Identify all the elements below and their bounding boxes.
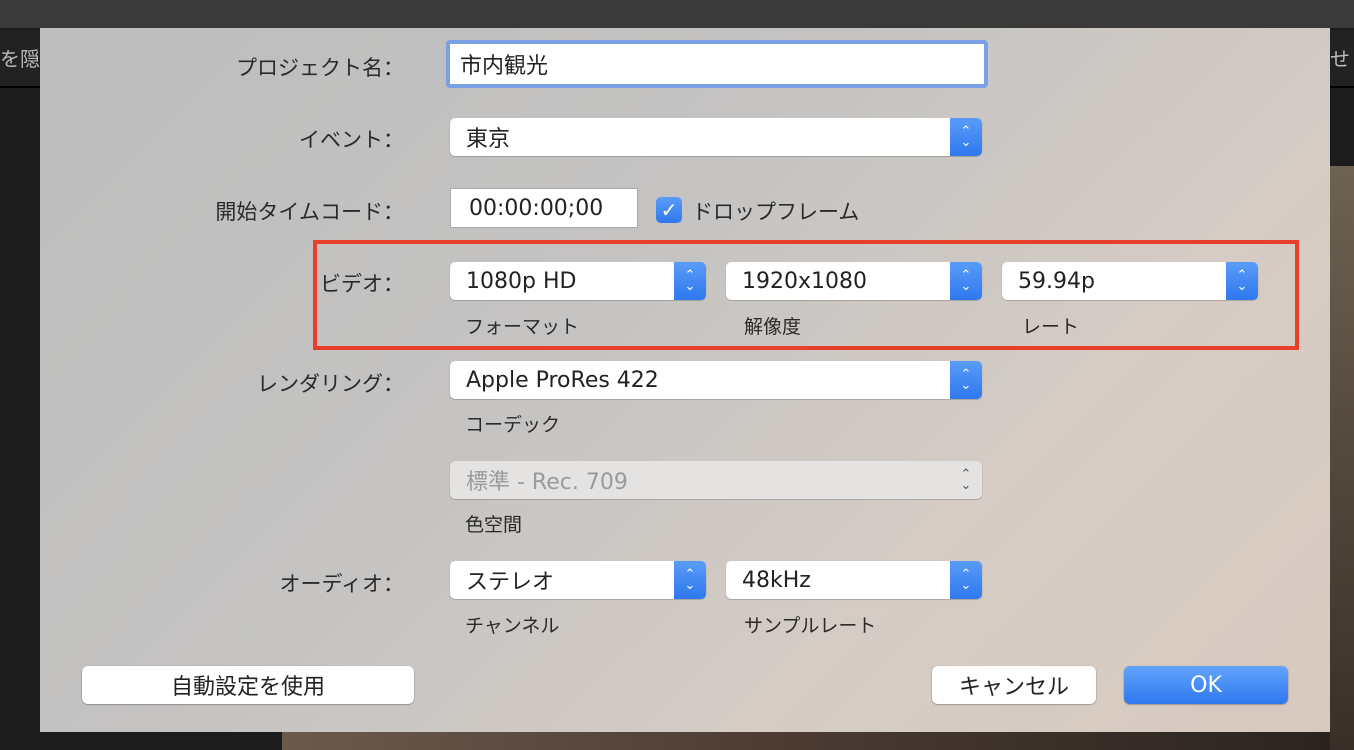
updown-chevron-icon: ⌃ ⌄ bbox=[674, 561, 706, 599]
event-value: 東京 bbox=[466, 127, 511, 152]
background-toolbar-left: を隠す bbox=[0, 30, 40, 88]
color-space-popup: 標準 - Rec. 709 ⌃ ⌄ bbox=[450, 461, 982, 499]
audio-label: オーディオ： bbox=[279, 572, 404, 596]
project-name-label: プロジェクト名： bbox=[236, 56, 404, 80]
timecode-label: 開始タイムコード： bbox=[215, 200, 404, 224]
rate-value: 59.94p bbox=[1018, 268, 1095, 294]
audio-channels-popup[interactable]: ステレオ ⌃ ⌄ bbox=[450, 561, 706, 599]
sample-rate-caption: サンプルレート bbox=[744, 615, 877, 637]
updown-chevron-icon: ⌃ ⌄ bbox=[950, 361, 982, 399]
updown-chevron-icon: ⌃ ⌄ bbox=[674, 262, 706, 300]
rendering-label: レンダリング： bbox=[257, 372, 404, 396]
codec-popup[interactable]: Apple ProRes 422 ⌃ ⌄ bbox=[450, 361, 982, 399]
checkmark-icon: ✓ bbox=[660, 198, 678, 222]
background-toolbar-right: せ bbox=[1330, 30, 1354, 88]
timecode-input[interactable]: 00:00:00;00 bbox=[450, 188, 638, 228]
video-format-popup[interactable]: 1080p HD ⌃ ⌄ bbox=[450, 262, 706, 300]
format-caption: フォーマット bbox=[465, 316, 580, 338]
updown-chevron-icon: ⌃ ⌄ bbox=[950, 561, 982, 599]
event-popup[interactable]: 東京 ⌃ ⌄ bbox=[450, 118, 982, 156]
video-label: ビデオ： bbox=[320, 272, 404, 296]
background-viewer bbox=[282, 732, 1330, 750]
sample-rate-value: 48kHz bbox=[742, 567, 811, 593]
background-text: せ bbox=[1330, 47, 1350, 71]
video-resolution-popup[interactable]: 1920x1080 ⌃ ⌄ bbox=[726, 262, 982, 300]
channels-value: ステレオ bbox=[466, 570, 555, 595]
project-name-input[interactable]: 市内観光 bbox=[446, 40, 988, 88]
project-settings-dialog: プロジェクト名： 市内観光 イベント： 東京 ⌃ ⌄ 開始タイムコード： 00:00… bbox=[40, 28, 1330, 732]
resolution-caption: 解像度 bbox=[744, 316, 802, 338]
color-space-caption: 色空間 bbox=[465, 514, 523, 536]
title-bar bbox=[0, 0, 1354, 28]
rate-caption: レート bbox=[1022, 316, 1080, 338]
channels-caption: チャンネル bbox=[465, 615, 560, 637]
drop-frame-checkbox[interactable]: ✓ bbox=[656, 197, 682, 223]
ok-button[interactable]: OK bbox=[1124, 666, 1288, 704]
cancel-button[interactable]: キャンセル bbox=[932, 666, 1096, 704]
updown-chevron-icon: ⌃ ⌄ bbox=[950, 262, 982, 300]
use-automatic-settings-button[interactable]: 自動設定を使用 bbox=[82, 666, 414, 704]
updown-chevron-icon: ⌃ ⌄ bbox=[950, 118, 982, 156]
updown-chevron-icon: ⌃ ⌄ bbox=[1226, 262, 1258, 300]
codec-value: Apple ProRes 422 bbox=[466, 367, 659, 393]
codec-caption: コーデック bbox=[465, 414, 561, 436]
background-viewer bbox=[1330, 166, 1354, 750]
drop-frame-label[interactable]: ドロップフレーム bbox=[692, 196, 859, 226]
audio-sample-rate-popup[interactable]: 48kHz ⌃ ⌄ bbox=[726, 561, 982, 599]
color-space-value: 標準 - Rec. 709 bbox=[466, 470, 628, 495]
background-text: を隠す bbox=[0, 47, 40, 71]
event-label: イベント： bbox=[299, 128, 404, 152]
resolution-value: 1920x1080 bbox=[742, 268, 867, 294]
video-rate-popup[interactable]: 59.94p ⌃ ⌄ bbox=[1002, 262, 1258, 300]
format-value: 1080p HD bbox=[466, 268, 577, 294]
updown-chevron-icon: ⌃ ⌄ bbox=[960, 467, 972, 493]
